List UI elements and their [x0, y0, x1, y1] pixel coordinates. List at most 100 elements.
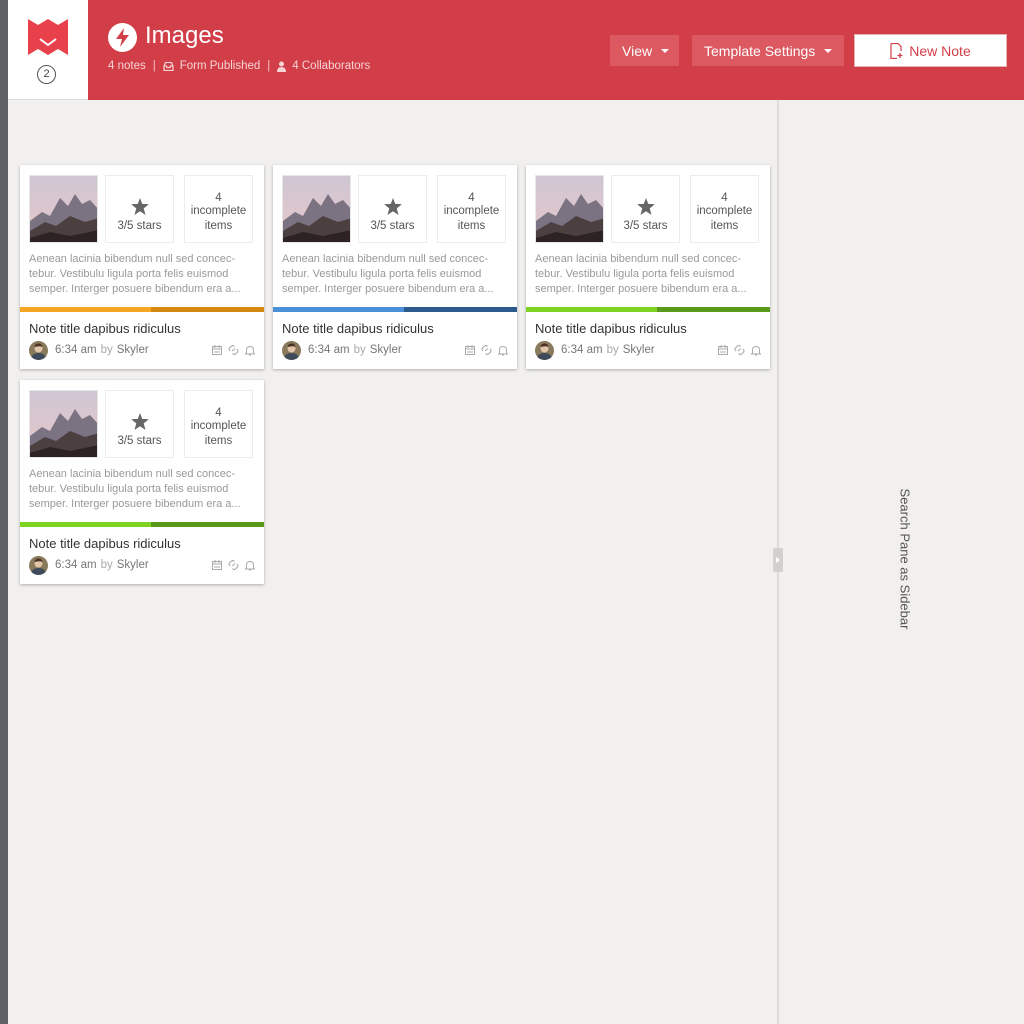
star-icon [383, 198, 402, 215]
caret-down-icon [824, 48, 833, 53]
incomplete-items-box: 4 incomplete items [184, 175, 253, 243]
template-settings-label: Template Settings [704, 42, 816, 59]
notes-count: 4 notes [108, 60, 146, 72]
status-color-bar [273, 307, 517, 312]
note-excerpt: Aenean lacinia bibendum null sed concec-… [535, 253, 747, 295]
bell-icon[interactable] [245, 345, 255, 356]
new-document-icon [890, 42, 903, 59]
color-bar-secondary [657, 307, 770, 312]
note-footer: 6:34 am by Skyler [535, 340, 761, 360]
link-icon[interactable] [734, 345, 745, 355]
note-card[interactable]: 3/5 stars 4 incomplete items Aenean laci… [20, 380, 264, 584]
user-icon [277, 61, 287, 72]
stars-label: 3/5 stars [370, 220, 415, 232]
incomplete-count: 4 [721, 192, 728, 204]
note-actions [212, 345, 255, 356]
star-icon [130, 198, 149, 215]
logo-box[interactable]: 2 [8, 0, 88, 100]
note-title[interactable]: Note title dapibus ridiculus [29, 321, 181, 336]
note-excerpt: Aenean lacinia bibendum null sed concec-… [282, 253, 494, 295]
form-status[interactable]: Form Published [180, 60, 261, 72]
note-author[interactable]: Skyler [117, 559, 149, 571]
view-button-label: View [622, 42, 653, 59]
incomplete-label: incomplete items [190, 205, 247, 232]
calendar-icon[interactable] [212, 560, 222, 570]
note-actions [465, 345, 508, 356]
view-dropdown-button[interactable]: View [610, 35, 679, 66]
note-card[interactable]: 3/5 stars 4 incomplete items Aenean laci… [526, 165, 770, 369]
stars-label: 3/5 stars [623, 220, 668, 232]
note-author[interactable]: Skyler [117, 344, 149, 356]
stars-rating-box: 3/5 stars [105, 390, 174, 458]
note-actions [718, 345, 761, 356]
collaborators-count[interactable]: 4 Collaborators [292, 60, 370, 72]
lightning-icon [108, 23, 137, 52]
avatar [29, 340, 48, 360]
page-title: Images [145, 22, 224, 49]
bell-icon[interactable] [498, 345, 508, 356]
color-bar-primary [526, 307, 657, 312]
stars-rating-box: 3/5 stars [105, 175, 174, 243]
link-icon[interactable] [228, 560, 239, 570]
note-title[interactable]: Note title dapibus ridiculus [282, 321, 434, 336]
note-time: 6:34 am [561, 344, 603, 356]
by-label: by [353, 344, 366, 356]
caret-down-icon [661, 48, 670, 53]
status-color-bar [20, 307, 264, 312]
bell-icon[interactable] [245, 560, 255, 571]
app-header: 2 Images 4 notes | Form Published | 4 Co… [8, 0, 1024, 100]
separator: | [152, 60, 156, 72]
incomplete-count: 4 [215, 407, 222, 419]
link-icon[interactable] [481, 345, 492, 355]
avatar [535, 340, 554, 360]
note-thumbnail [535, 175, 604, 243]
status-color-bar [20, 522, 264, 527]
note-excerpt: Aenean lacinia bibendum null sed concec-… [29, 253, 241, 295]
note-card[interactable]: 3/5 stars 4 incomplete items Aenean laci… [273, 165, 517, 369]
note-time: 6:34 am [55, 559, 97, 571]
avatar [29, 555, 48, 575]
separator: | [267, 60, 271, 72]
note-time: 6:34 am [55, 344, 97, 356]
incomplete-items-box: 4 incomplete items [690, 175, 759, 243]
left-edge-strip [0, 0, 8, 1024]
note-card[interactable]: 3/5 stars 4 incomplete items Aenean laci… [20, 165, 264, 369]
note-footer: 6:34 am by Skyler [282, 340, 508, 360]
note-title[interactable]: Note title dapibus ridiculus [29, 536, 181, 551]
calendar-icon[interactable] [718, 345, 728, 355]
avatar [282, 340, 301, 360]
note-thumbnail [29, 390, 98, 458]
link-icon[interactable] [228, 345, 239, 355]
star-icon [130, 413, 149, 430]
sidebar-label[interactable]: Search Pane as Sidebar [898, 489, 913, 630]
inbox-icon [163, 61, 174, 71]
calendar-icon[interactable] [212, 345, 222, 355]
incomplete-items-box: 4 incomplete items [184, 390, 253, 458]
color-bar-secondary [404, 307, 517, 312]
color-bar-secondary [151, 307, 264, 312]
note-author[interactable]: Skyler [623, 344, 655, 356]
calendar-icon[interactable] [465, 345, 475, 355]
template-settings-button[interactable]: Template Settings [692, 35, 844, 66]
color-bar-primary [273, 307, 404, 312]
incomplete-label: incomplete items [190, 420, 247, 447]
incomplete-count: 4 [468, 192, 475, 204]
note-footer: 6:34 am by Skyler [29, 340, 255, 360]
new-note-button[interactable]: New Note [854, 34, 1007, 67]
by-label: by [606, 344, 619, 356]
note-author[interactable]: Skyler [370, 344, 402, 356]
color-bar-primary [20, 307, 151, 312]
new-note-label: New Note [909, 42, 971, 59]
bell-icon[interactable] [751, 345, 761, 356]
note-title[interactable]: Note title dapibus ridiculus [535, 321, 687, 336]
stars-rating-box: 3/5 stars [358, 175, 427, 243]
stars-rating-box: 3/5 stars [611, 175, 680, 243]
note-footer: 6:34 am by Skyler [29, 555, 255, 575]
status-color-bar [526, 307, 770, 312]
notification-count-badge[interactable]: 2 [37, 65, 56, 84]
stars-label: 3/5 stars [117, 435, 162, 447]
sidebar-toggle-handle[interactable] [773, 548, 783, 572]
incomplete-items-box: 4 incomplete items [437, 175, 506, 243]
banner-logo-icon [28, 19, 68, 55]
by-label: by [100, 559, 113, 571]
